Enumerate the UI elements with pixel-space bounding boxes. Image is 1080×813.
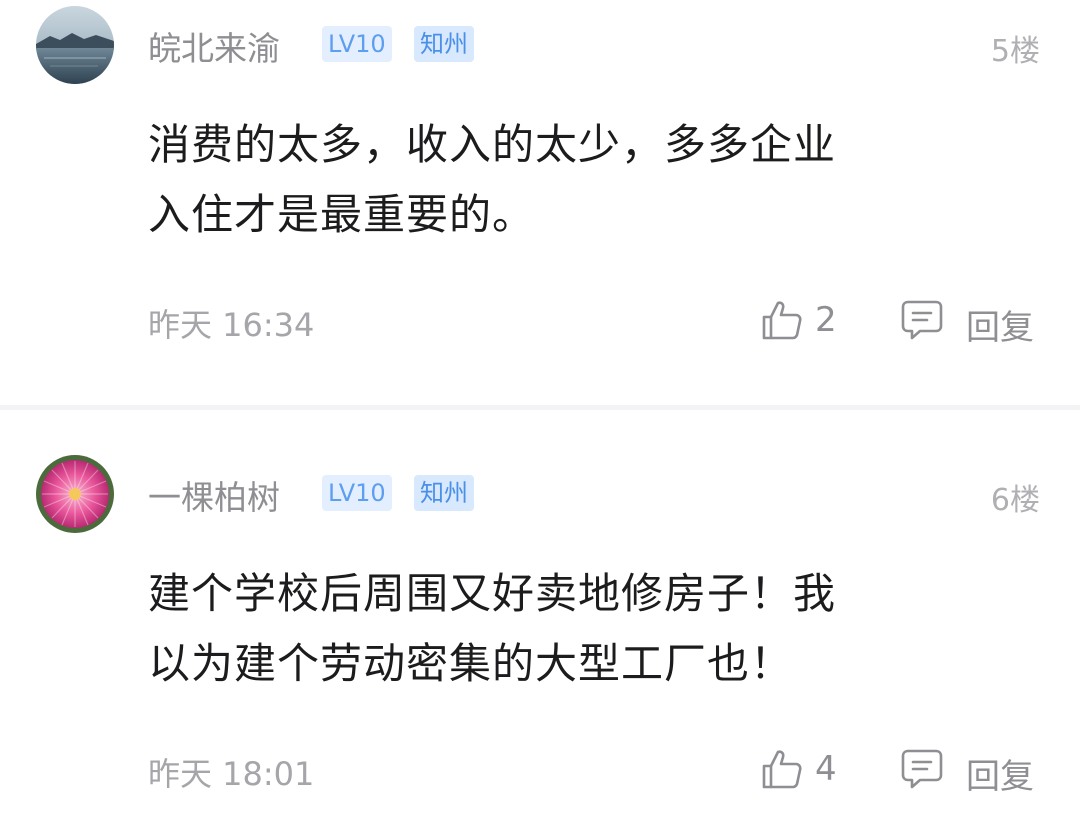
comment-bubble-icon[interactable] [900,298,944,342]
user-avatar[interactable] [36,455,114,533]
comment-text-line: 建个学校后周围又好卖地修房子！我 [148,569,837,618]
thumbs-up-icon[interactable] [760,747,804,791]
comment-bubble-icon[interactable] [900,747,944,791]
comment-text-line: 消费的太多，收入的太少，多多企业 [148,120,837,169]
timestamp: 昨天 18:01 [148,755,315,793]
location-badge: 知州 [414,475,474,511]
floor-number: 6楼 [990,483,1040,518]
level-badge: LV10 [322,26,392,62]
username[interactable]: 一棵柏树 [148,471,280,519]
location-badge: 知州 [414,26,474,62]
comment-text: 消费的太多，收入的太少，多多企业 入住才是最重要的。 [148,110,1008,250]
thumbs-up-icon[interactable] [760,298,804,342]
timestamp: 昨天 16:34 [148,306,315,344]
comment-text-line: 入住才是最重要的。 [148,190,536,239]
reply-button[interactable]: 回复 [966,300,1034,349]
username[interactable]: 皖北来渝 [148,22,280,70]
floor-number: 5楼 [990,34,1040,69]
like-count: 2 [815,300,837,340]
comment-item: 皖北来渝 LV10 知州 5楼 消费的太多，收入的太少，多多企业 入住才是最重要… [0,0,1080,405]
comment-item: 一棵柏树 LV10 知州 6楼 建个学校后周围又好卖地修房子！我 以为建个劳动密… [0,410,1080,813]
level-badge: LV10 [322,475,392,511]
reply-button[interactable]: 回复 [966,749,1034,798]
like-count: 4 [815,749,837,789]
user-avatar[interactable] [36,6,114,84]
comment-text-line: 以为建个劳动密集的大型工厂也！ [148,639,794,688]
comment-text: 建个学校后周围又好卖地修房子！我 以为建个劳动密集的大型工厂也！ [148,559,1008,699]
